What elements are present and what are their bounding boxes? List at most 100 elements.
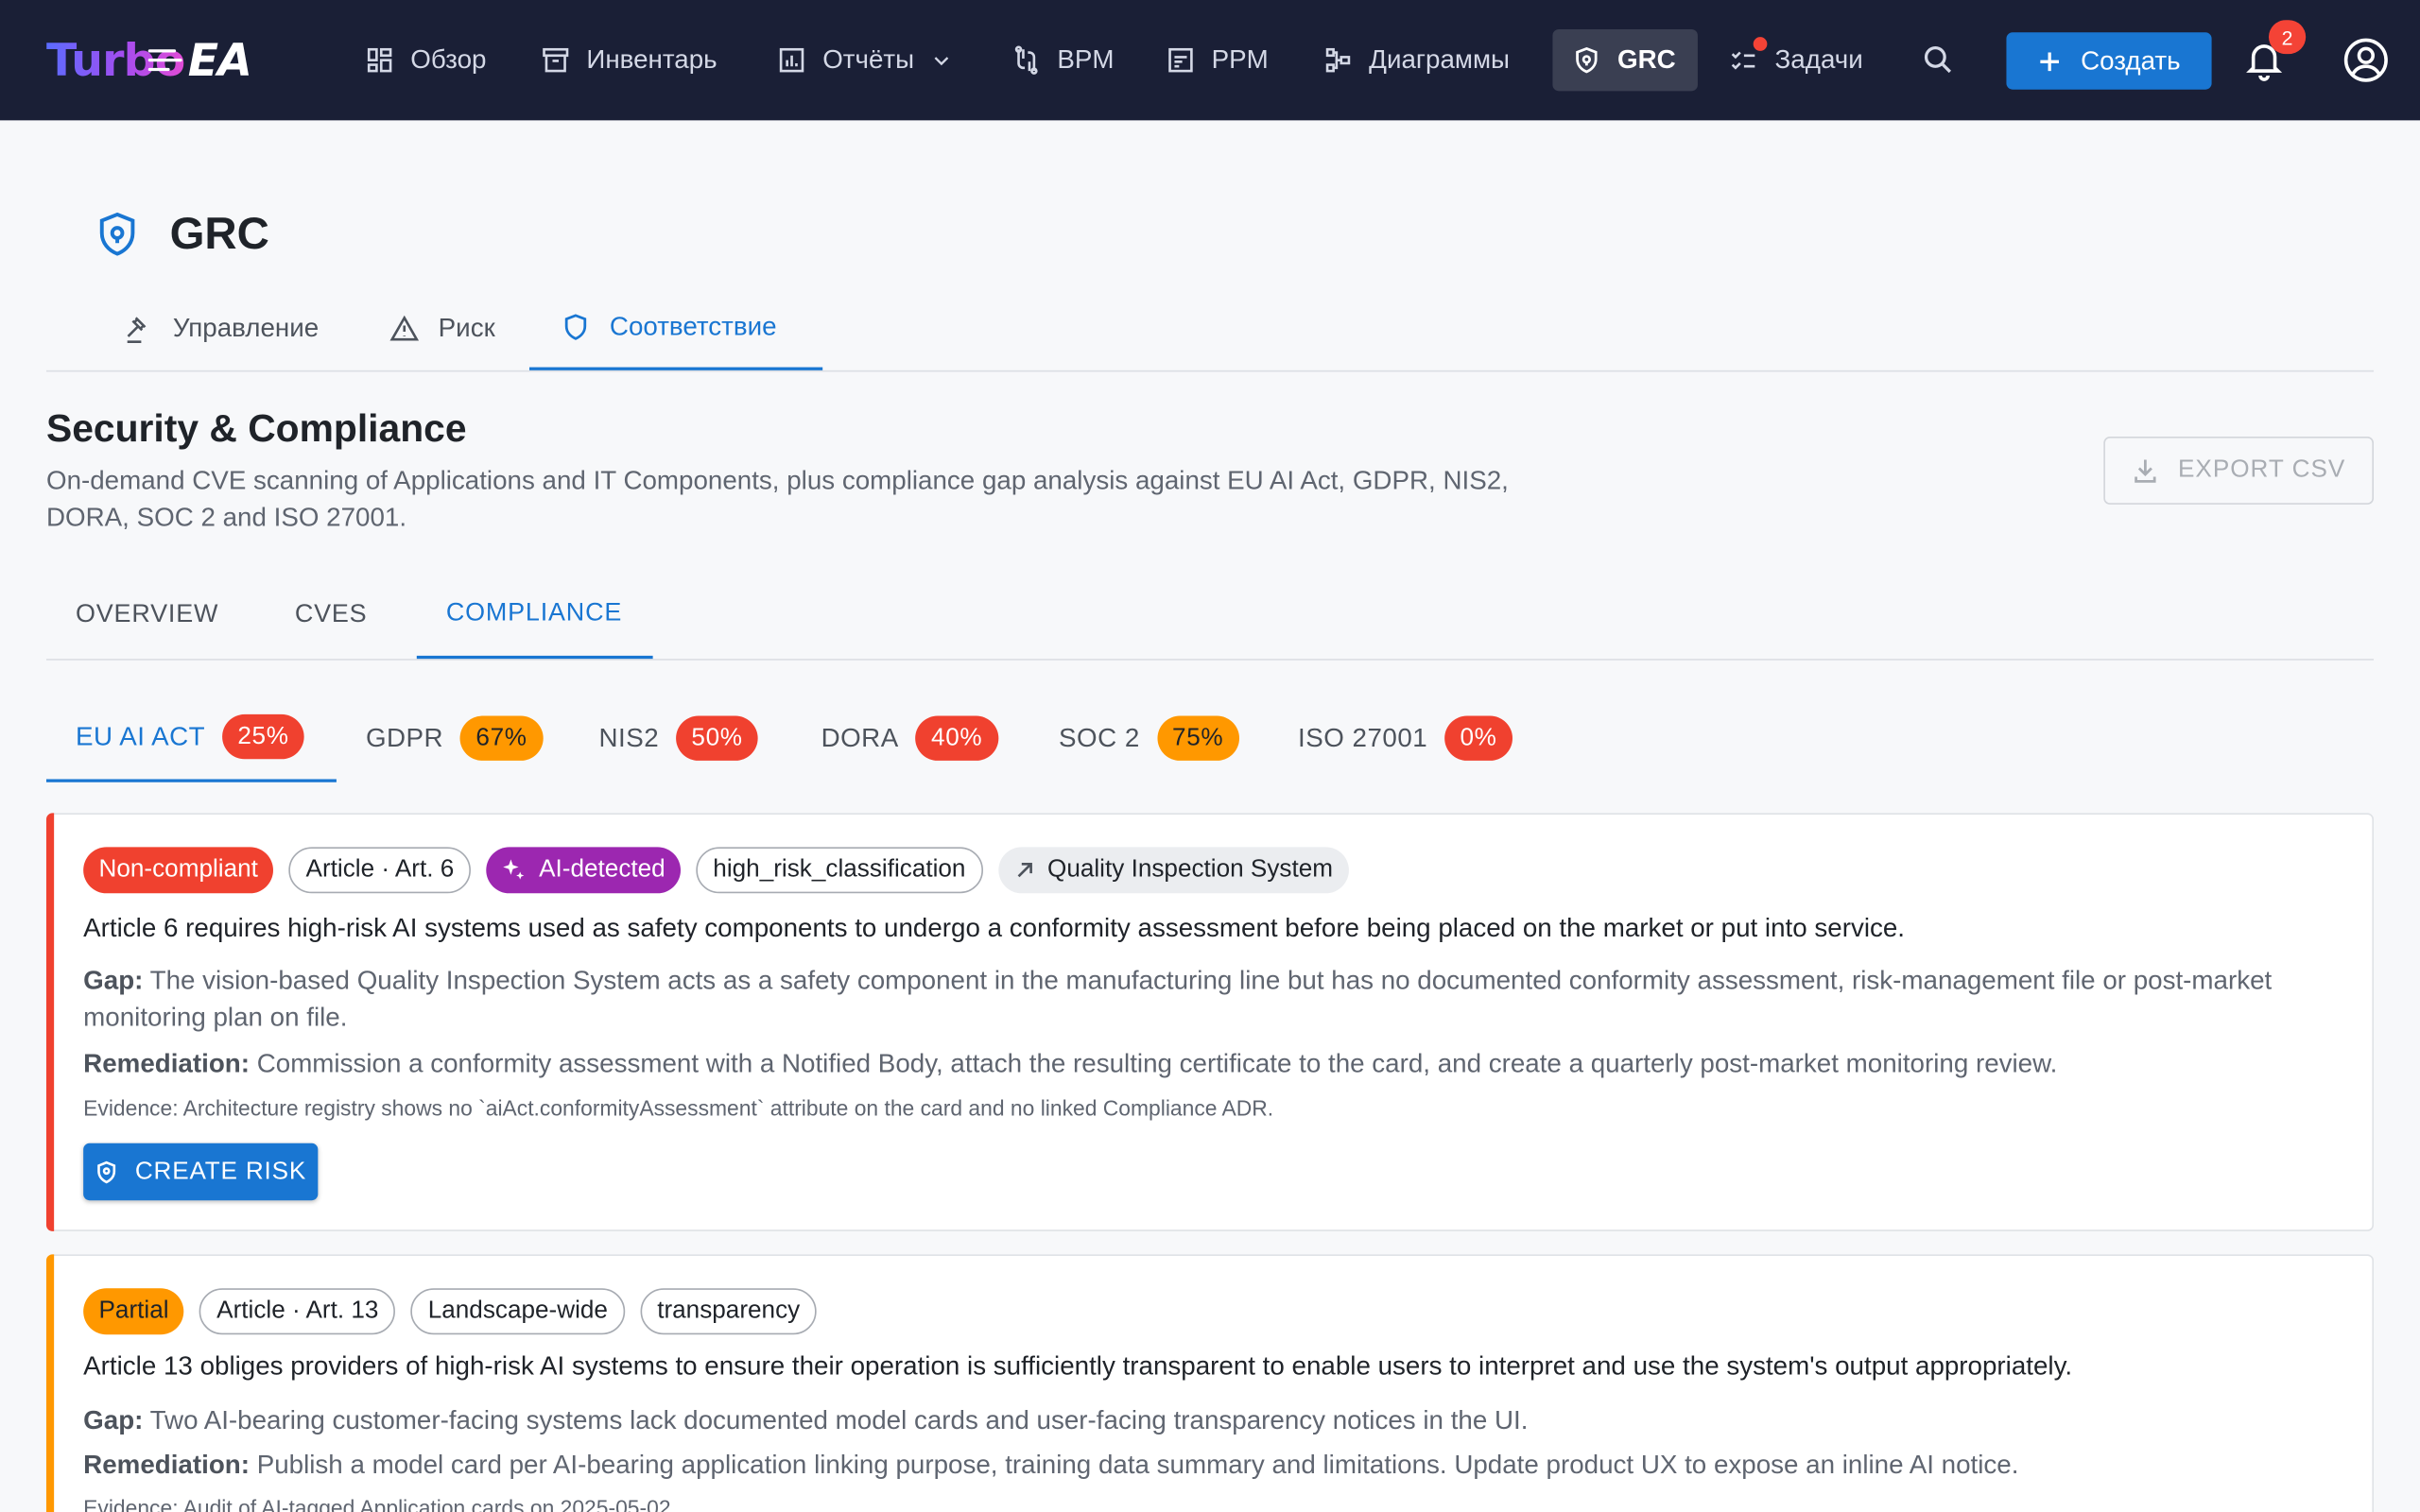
tab-compliance-active[interactable]: COMPLIANCE xyxy=(416,571,653,660)
flow-icon xyxy=(1014,45,1038,75)
archive-icon xyxy=(543,47,569,73)
search-icon xyxy=(1924,45,1952,74)
dashboard-icon xyxy=(367,47,392,73)
tab-compliance[interactable]: Соответствие xyxy=(528,287,823,370)
create-risk-label: CREATE RISK xyxy=(134,1158,307,1185)
gap-text: The vision-based Quality Inspection Syst… xyxy=(83,966,2273,1033)
nav-item-label: Инвентарь xyxy=(586,44,717,75)
nav-item-grc[interactable]: GRC xyxy=(1552,29,1698,92)
scope-chip: Landscape-wide xyxy=(410,1288,625,1335)
scope-chip[interactable]: Quality Inspection System xyxy=(997,847,1349,894)
nav-item-label: Диаграммы xyxy=(1369,44,1511,75)
framework-score-badge: 50% xyxy=(676,715,759,761)
warning-icon xyxy=(389,315,420,341)
download-icon xyxy=(2135,459,2156,483)
shield-outline-icon xyxy=(564,314,587,340)
shield-icon xyxy=(96,1160,115,1183)
finding-card: Partial Article · Art. 13 Landscape-wide… xyxy=(45,1254,2375,1512)
app-logo[interactable]: Turbo EA xyxy=(46,31,252,90)
nav-item-ppm[interactable]: PPM xyxy=(1147,29,1287,91)
status-chip: Partial xyxy=(83,1288,184,1335)
tasks-icon xyxy=(1731,51,1755,70)
remediation-paragraph: Remediation: Publish a model card per AI… xyxy=(83,1447,2321,1484)
framework-label: EU AI ACT xyxy=(75,721,206,751)
create-button-label: Создать xyxy=(2081,45,2181,76)
framework-tab-nis2[interactable]: NIS2 50% xyxy=(569,695,787,782)
framework-label: DORA xyxy=(821,722,899,752)
framework-score-badge: 67% xyxy=(460,715,543,761)
plus-icon xyxy=(2040,51,2060,71)
tab-label: Риск xyxy=(438,313,495,343)
create-button[interactable]: Создать xyxy=(2006,32,2212,90)
gap-label: Gap: xyxy=(83,1405,144,1435)
account-circle-icon xyxy=(2343,38,2388,82)
nav-item-inventory[interactable]: Инвентарь xyxy=(522,29,735,91)
section-title: Security & Compliance xyxy=(45,407,467,451)
nav-item-label: Задачи xyxy=(1774,44,1863,75)
framework-tab-eu-ai-act[interactable]: EU AI ACT 25% xyxy=(45,695,337,782)
tab-governance[interactable]: Управление xyxy=(93,287,350,370)
gap-paragraph: Gap: Two AI-bearing customer-facing syst… xyxy=(83,1402,2321,1439)
tab-overview[interactable]: OVERVIEW xyxy=(46,571,248,659)
logo-ea-label: EA xyxy=(187,33,252,87)
framework-label: NIS2 xyxy=(598,722,660,752)
nav-item-diagrams[interactable]: Диаграммы xyxy=(1305,29,1529,91)
framework-tab-gdpr[interactable]: GDPR 67% xyxy=(337,695,572,782)
nav-item-bpm[interactable]: BPM xyxy=(993,29,1132,91)
framework-tab-dora[interactable]: DORA 40% xyxy=(792,695,1028,782)
finding-chips: Non-compliant Article · Art. 6 AI-detect… xyxy=(83,847,1349,894)
security-tabs: OVERVIEW CVES COMPLIANCE xyxy=(45,571,2375,661)
export-csv-label: EXPORT CSV xyxy=(2178,456,2346,484)
tab-risk[interactable]: Риск xyxy=(358,287,527,370)
gap-label: Gap: xyxy=(83,966,144,996)
framework-tabs: EU AI ACT 25% GDPR 67% NIS2 50% DORA 40%… xyxy=(45,695,1590,782)
nav-item-label: BPM xyxy=(1057,44,1115,75)
gap-text: Two AI-bearing customer-facing systems l… xyxy=(149,1405,1529,1435)
framework-label: ISO 27001 xyxy=(1298,722,1428,752)
article-chip: Article · Art. 13 xyxy=(199,1288,396,1335)
nav-item-label: Отчёты xyxy=(822,44,915,75)
gavel-icon xyxy=(127,317,147,343)
chevron-down-icon xyxy=(935,57,949,66)
notification-count-badge: 2 xyxy=(2268,20,2307,55)
remediation-paragraph: Remediation: Commission a conformity ass… xyxy=(83,1046,2321,1083)
framework-score-badge: 75% xyxy=(1156,715,1239,761)
remediation-text: Commission a conformity assessment with … xyxy=(256,1049,2058,1079)
tab-cves[interactable]: CVES xyxy=(266,571,397,659)
search-button[interactable] xyxy=(1910,31,1968,90)
page-header: GRC xyxy=(95,205,269,264)
speed-lines-icon xyxy=(147,49,182,77)
framework-tab-soc2[interactable]: SOC 2 75% xyxy=(1029,695,1269,782)
page-title: GRC xyxy=(169,209,269,259)
nav-item-overview[interactable]: Обзор xyxy=(346,29,505,91)
grc-subtabs: Управление Риск Соответствие xyxy=(45,287,2375,372)
framework-tab-iso27001[interactable]: ISO 27001 0% xyxy=(1269,695,1542,782)
category-chip: transparency xyxy=(640,1288,818,1335)
tab-label: Управление xyxy=(172,313,320,343)
nav-item-label: PPM xyxy=(1211,44,1269,75)
account-button[interactable] xyxy=(2337,31,2395,90)
evidence-text: Evidence: Architecture registry shows no… xyxy=(83,1095,1274,1121)
create-risk-button[interactable]: CREATE RISK xyxy=(83,1143,319,1201)
app-root: Turbo EA Обзор Инвентарь Отчёты BPM PPM xyxy=(0,0,2420,1512)
remediation-label: Remediation: xyxy=(83,1450,250,1480)
export-csv-button[interactable]: EXPORT CSV xyxy=(2103,437,2375,505)
framework-label: GDPR xyxy=(365,722,444,752)
finding-chips: Partial Article · Art. 13 Landscape-wide… xyxy=(83,1288,818,1335)
nav-item-label: Обзор xyxy=(410,44,487,75)
category-chip: high_risk_classification xyxy=(696,847,983,894)
remediation-label: Remediation: xyxy=(83,1049,250,1079)
evidence-text: Evidence: Audit of AI-tagged Application… xyxy=(83,1495,677,1512)
report-icon xyxy=(779,47,804,73)
scope-label: Quality Inspection System xyxy=(1047,856,1333,883)
requirement-text: Article 13 obliges providers of high-ris… xyxy=(83,1351,2073,1382)
grc-shield-icon xyxy=(99,212,135,256)
framework-score-badge: 0% xyxy=(1444,715,1512,761)
logo-text-ea: EA xyxy=(147,33,252,87)
nav-item-reports[interactable]: Отчёты xyxy=(758,29,973,91)
status-chip: Non-compliant xyxy=(83,847,274,894)
ai-detected-label: AI-detected xyxy=(539,856,666,883)
nav-item-tasks[interactable]: Задачи xyxy=(1710,29,1881,91)
unread-dot xyxy=(1753,37,1768,51)
ai-detected-chip: AI-detected xyxy=(486,847,682,894)
